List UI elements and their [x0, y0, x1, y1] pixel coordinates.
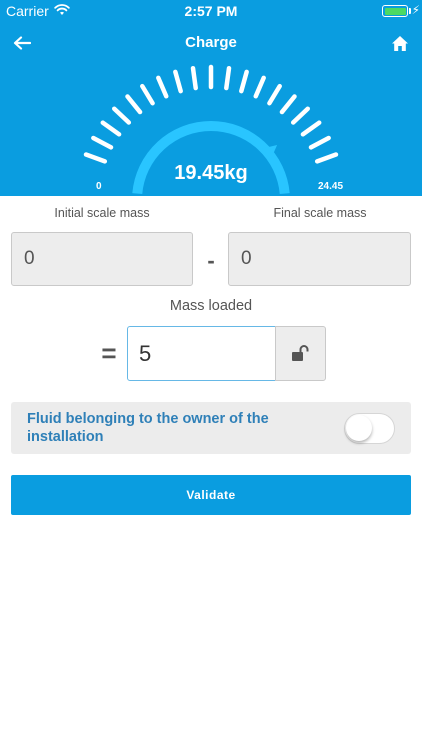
- gauge-tick: [100, 120, 122, 137]
- gauge-tick: [279, 94, 297, 115]
- equals-sign: =: [101, 338, 117, 368]
- gauge-max-label: 24.45: [318, 181, 344, 192]
- mass-loaded-field[interactable]: 5: [127, 326, 277, 381]
- switch-knob: [346, 415, 372, 441]
- gauge-tick: [140, 83, 155, 106]
- owner-fluid-row: Fluid belonging to the owner of the inst…: [11, 402, 411, 454]
- minus-sign: -: [207, 248, 215, 273]
- gauge-tick: [156, 75, 169, 99]
- unlock-icon: [291, 345, 308, 361]
- final-scale-mass-field[interactable]: 0: [228, 232, 411, 286]
- gauge-tick: [253, 75, 266, 99]
- header: Carrier 2:57 PM ⚡ Charge 19.45kg 0 24.45: [0, 0, 422, 196]
- lock-toggle-button[interactable]: [275, 326, 326, 381]
- gauge-tick: [314, 152, 339, 164]
- mass-loaded-label: Mass loaded: [169, 298, 253, 314]
- gauge-tick: [125, 94, 143, 115]
- gauge-tick: [173, 69, 183, 94]
- gauge-min-label: 0: [96, 181, 102, 192]
- initial-scale-mass-label: Initial scale mass: [54, 206, 150, 220]
- initial-scale-mass-field[interactable]: 0: [11, 232, 193, 286]
- gauge-tick: [224, 65, 232, 91]
- gauge-tick: [308, 135, 331, 150]
- final-scale-mass-label: Final scale mass: [273, 206, 367, 220]
- gauge-tick: [190, 65, 198, 91]
- gauge-tick: [300, 120, 322, 137]
- gauge-tick: [239, 69, 249, 94]
- gauge-tick: [267, 83, 282, 106]
- gauge-tick: [112, 106, 132, 125]
- owner-fluid-label: Fluid belonging to the owner of the inst…: [27, 411, 269, 445]
- gauge-tick: [83, 152, 108, 164]
- gauge-value: 19.45kg: [174, 162, 248, 184]
- validate-button[interactable]: Validate: [11, 475, 411, 515]
- gauge-tick: [91, 135, 114, 150]
- owner-fluid-switch[interactable]: [344, 413, 395, 444]
- gauge-tick: [290, 106, 310, 125]
